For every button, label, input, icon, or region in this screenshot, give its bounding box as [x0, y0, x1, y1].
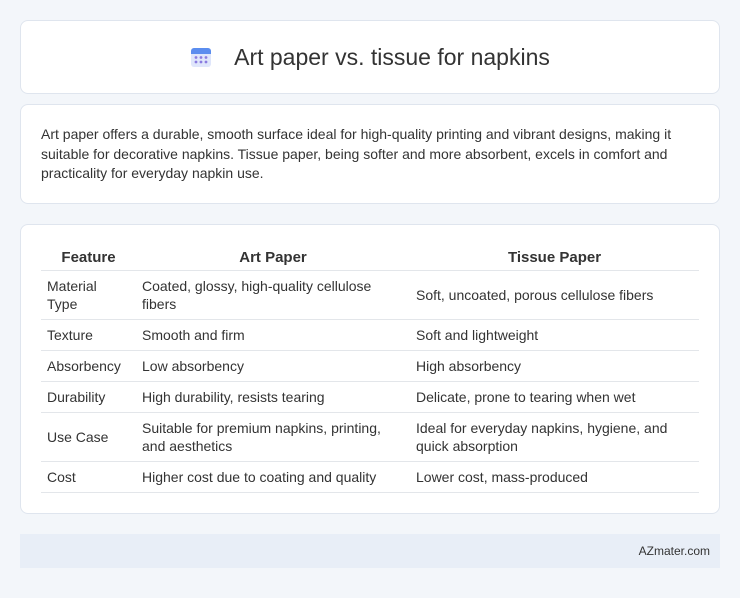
feature-cell: Texture: [41, 319, 136, 351]
art-paper-cell: Suitable for premium napkins, printing, …: [136, 412, 410, 462]
table-row: Use Case Suitable for premium napkins, p…: [41, 412, 699, 462]
header-art-paper: Art Paper: [136, 245, 410, 271]
calendar-icon: [191, 48, 212, 67]
header-feature: Feature: [41, 245, 136, 271]
table-row: Material Type Coated, glossy, high-quali…: [41, 270, 699, 320]
tissue-paper-cell: Soft and lightweight: [410, 319, 699, 351]
footer-site[interactable]: AZmater.com: [639, 544, 710, 558]
tissue-paper-cell: Delicate, prone to tearing when wet: [410, 381, 699, 413]
table-row: Cost Higher cost due to coating and qual…: [41, 461, 699, 493]
header-tissue-paper: Tissue Paper: [410, 245, 699, 271]
table-row: Durability High durability, resists tear…: [41, 381, 699, 413]
table-row: Texture Smooth and firm Soft and lightwe…: [41, 319, 699, 351]
feature-cell: Use Case: [41, 412, 136, 462]
comparison-table: Feature Art Paper Tissue Paper Material …: [41, 245, 699, 493]
summary-card: Art paper offers a durable, smooth surfa…: [20, 104, 720, 204]
feature-cell: Cost: [41, 461, 136, 493]
table-row: Absorbency Low absorbency High absorbenc…: [41, 350, 699, 382]
tissue-paper-cell: Lower cost, mass-produced: [410, 461, 699, 493]
feature-cell: Material Type: [41, 270, 136, 320]
art-paper-cell: Coated, glossy, high-quality cellulose f…: [136, 270, 410, 320]
art-paper-cell: Higher cost due to coating and quality: [136, 461, 410, 493]
feature-cell: Absorbency: [41, 350, 136, 382]
title-card: Art paper vs. tissue for napkins: [20, 20, 720, 94]
summary-text: Art paper offers a durable, smooth surfa…: [41, 126, 672, 181]
tissue-paper-cell: Soft, uncoated, porous cellulose fibers: [410, 270, 699, 320]
feature-cell: Durability: [41, 381, 136, 413]
page-title: Art paper vs. tissue for napkins: [234, 43, 550, 70]
tissue-paper-cell: Ideal for everyday napkins, hygiene, and…: [410, 412, 699, 462]
footer: AZmater.com: [20, 534, 720, 568]
table-header-row: Feature Art Paper Tissue Paper: [41, 245, 699, 271]
art-paper-cell: Low absorbency: [136, 350, 410, 382]
comparison-card: Feature Art Paper Tissue Paper Material …: [20, 224, 720, 514]
tissue-paper-cell: High absorbency: [410, 350, 699, 382]
art-paper-cell: High durability, resists tearing: [136, 381, 410, 413]
art-paper-cell: Smooth and firm: [136, 319, 410, 351]
